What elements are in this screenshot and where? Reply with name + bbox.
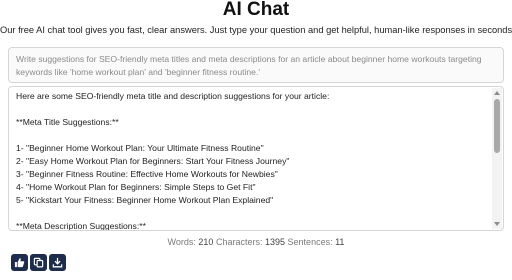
sentences-label: Sentences: bbox=[287, 237, 333, 247]
response-line: 2- "Easy Home Workout Plan for Beginners… bbox=[16, 156, 290, 166]
response-line bbox=[16, 103, 491, 116]
response-line: 4- "Home Workout Plan for Beginners: Sim… bbox=[16, 182, 256, 192]
response-scrollbar[interactable] bbox=[492, 88, 502, 229]
copy-button[interactable] bbox=[30, 254, 47, 271]
scrollbar-thumb[interactable] bbox=[494, 99, 500, 153]
response-line: **Meta Title Suggestions:** bbox=[16, 117, 119, 127]
response-line bbox=[16, 129, 491, 142]
response-line: 1- "Beginner Home Workout Plan: Your Ult… bbox=[16, 143, 264, 153]
response-line: **Meta Description Suggestions:** bbox=[16, 221, 146, 231]
scroll-down-arrow-icon[interactable] bbox=[494, 222, 500, 226]
response-text: Here are some SEO-friendly meta title an… bbox=[16, 90, 491, 231]
thumbs-up-icon bbox=[14, 258, 25, 268]
characters-label: Characters: bbox=[215, 237, 263, 247]
scroll-up-arrow-icon[interactable] bbox=[494, 91, 500, 95]
response-line: 5- "Kickstart Your Fitness: Beginner Hom… bbox=[16, 195, 274, 205]
page-title: AI Chat bbox=[222, 0, 290, 20]
download-button[interactable] bbox=[49, 254, 66, 271]
response-line: 3- "Beginner Fitness Routine: Effective … bbox=[16, 169, 278, 179]
text-stats: Words: 210 Characters: 1395 Sentences: 1… bbox=[0, 236, 512, 248]
copy-icon bbox=[33, 257, 44, 268]
words-count: 210 bbox=[198, 237, 214, 247]
page-subtitle: Our free AI chat tool gives you fast, cl… bbox=[0, 25, 512, 35]
response-line: Here are some SEO-friendly meta title an… bbox=[16, 91, 330, 101]
like-button[interactable] bbox=[11, 254, 28, 271]
download-icon bbox=[52, 257, 63, 268]
action-buttons bbox=[11, 254, 66, 271]
words-label: Words: bbox=[167, 237, 196, 247]
response-line bbox=[16, 207, 491, 220]
characters-count: 1395 bbox=[265, 237, 286, 247]
response-output[interactable]: Here are some SEO-friendly meta title an… bbox=[8, 86, 504, 231]
sentences-count: 11 bbox=[335, 237, 345, 247]
prompt-input[interactable]: Write suggestions for SEO-friendly meta … bbox=[8, 47, 504, 83]
